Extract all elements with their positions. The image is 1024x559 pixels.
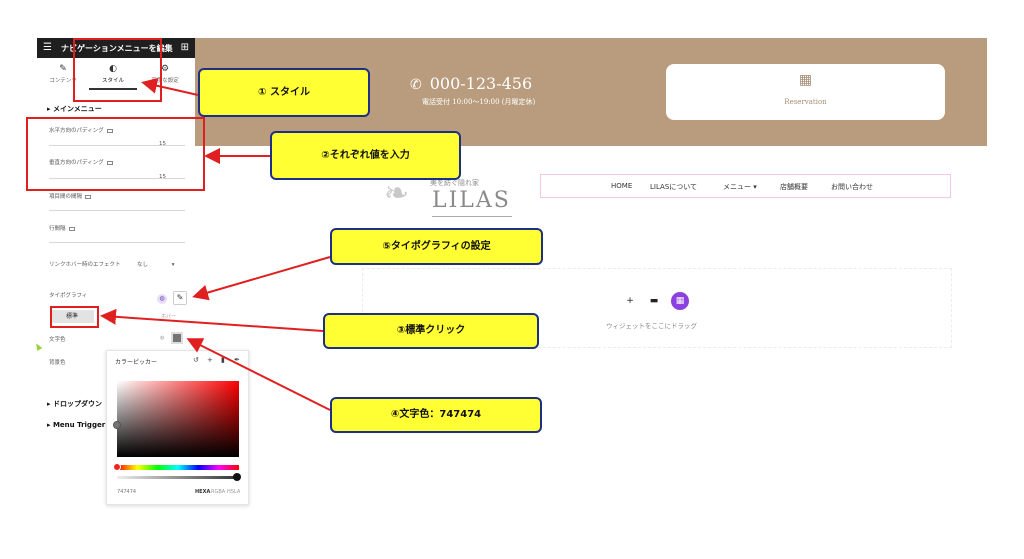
arrow-step4 bbox=[186, 338, 331, 411]
callout-step2: ②それぞれ値を入力 bbox=[270, 131, 461, 180]
arrow-step1 bbox=[141, 77, 199, 96]
arrow-step5 bbox=[192, 256, 331, 301]
annotation-arrows bbox=[100, 77, 331, 411]
callout-step1: ① スタイル bbox=[198, 68, 370, 117]
arrow-step3 bbox=[100, 308, 324, 332]
callout-step4: ④文字色：747474 bbox=[330, 397, 542, 433]
callout-step3: ③標準クリック bbox=[323, 313, 539, 349]
callout-step5: ⑤タイポグラフィの設定 bbox=[330, 228, 543, 265]
